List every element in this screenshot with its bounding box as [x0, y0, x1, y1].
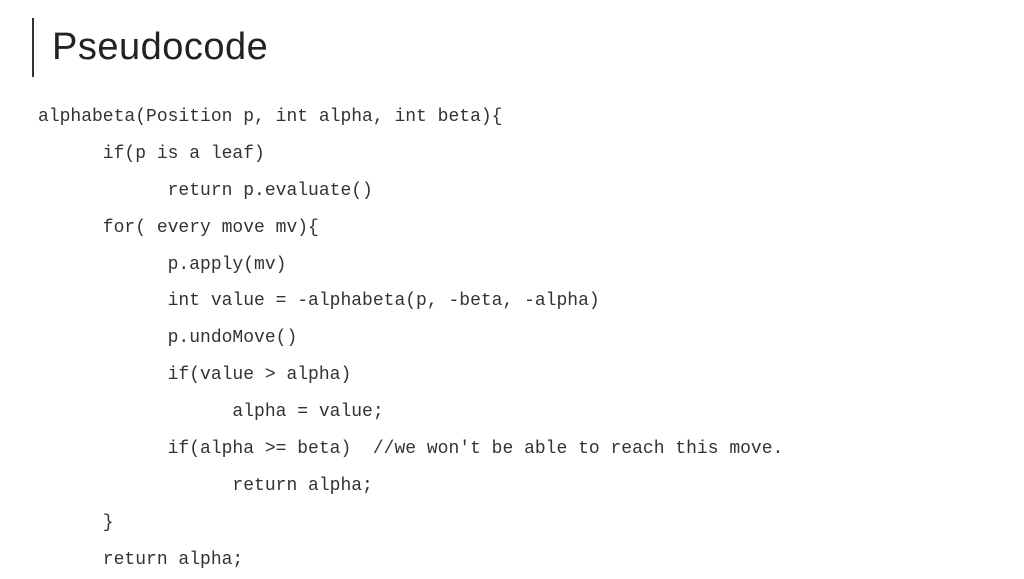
code-line: p.undoMove()	[38, 328, 297, 348]
code-line: p.apply(mv)	[38, 255, 286, 275]
slide-container: Pseudocode alphabeta(Position p, int alp…	[0, 0, 1024, 576]
code-line: for( every move mv){	[38, 218, 319, 238]
code-line: alphabeta(Position p, int alpha, int bet…	[38, 107, 502, 127]
code-line: if(alpha >= beta) //we won't be able to …	[38, 439, 783, 459]
code-line: return p.evaluate()	[38, 181, 373, 201]
code-line: int value = -alphabeta(p, -beta, -alpha)	[38, 291, 600, 311]
title-bar: Pseudocode	[32, 18, 992, 77]
code-line: return alpha;	[38, 550, 243, 570]
pseudocode-block: alphabeta(Position p, int alpha, int bet…	[38, 99, 992, 579]
code-line: if(value > alpha)	[38, 365, 351, 385]
code-line: alpha = value;	[38, 402, 384, 422]
code-line: if(p is a leaf)	[38, 144, 265, 164]
slide-title: Pseudocode	[52, 26, 992, 69]
code-line: return alpha;	[38, 476, 373, 496]
code-line: }	[38, 513, 114, 533]
